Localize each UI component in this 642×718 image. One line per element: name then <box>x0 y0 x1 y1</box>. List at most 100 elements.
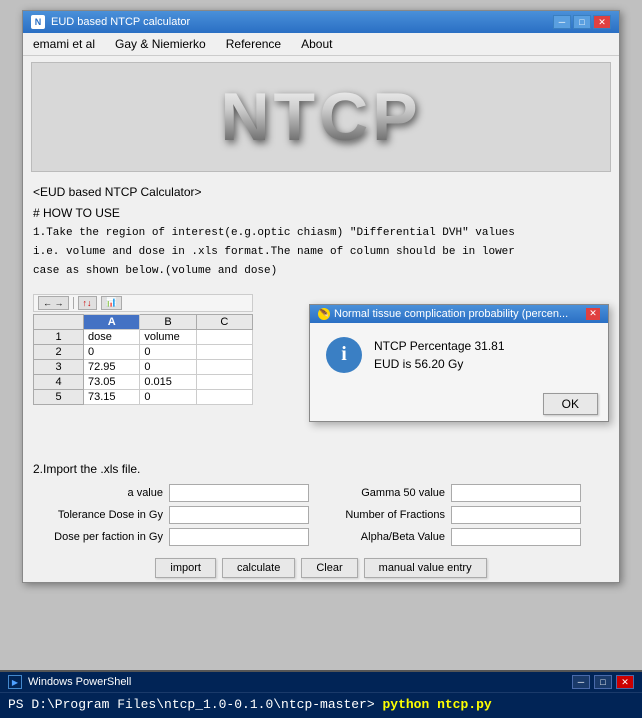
ps-title: Windows PowerShell <box>28 676 131 688</box>
input-tol-dose[interactable] <box>169 506 309 524</box>
instruction-line4: i.e. volume and dose in .xls format.The … <box>33 245 609 260</box>
cell-5c <box>196 389 252 404</box>
table-row: 2 0 0 <box>34 344 253 359</box>
ps-maximize-button[interactable]: □ <box>594 675 612 689</box>
menu-about[interactable]: About <box>297 36 336 52</box>
col-row-header <box>34 314 84 329</box>
action-row: import calculate Clear manual value entr… <box>23 554 619 582</box>
instruction-line1: <EUD based NTCP Calculator> <box>33 184 609 201</box>
ps-title-left: ▶ Windows PowerShell <box>8 675 131 689</box>
table-row: 4 73.05 0.015 <box>34 374 253 389</box>
label-num-fractions: Number of Fractions <box>315 509 445 521</box>
label-tol-dose: Tolerance Dose in Gy <box>33 509 163 521</box>
table-dialog-area: ← → ↑↓ 📊 A B C 1 dose vol <box>33 294 609 454</box>
table-row: 3 72.95 0 <box>34 359 253 374</box>
header-volume[interactable]: volume <box>140 329 196 344</box>
maximize-button[interactable]: □ <box>573 15 591 29</box>
toolbar-nav-btn[interactable]: ← → <box>38 296 69 310</box>
clear-button[interactable]: Clear <box>301 558 357 578</box>
label-a-value: a value <box>33 487 163 499</box>
toolbar-divider <box>73 297 74 309</box>
table-row: 5 73.15 0 <box>34 389 253 404</box>
form-row-1: a value Gamma 50 value <box>33 484 609 502</box>
menu-reference[interactable]: Reference <box>222 36 285 52</box>
calculate-button[interactable]: calculate <box>222 558 295 578</box>
ntcp-logo: NTCP <box>220 78 421 156</box>
result-dialog: 🪶 Normal tissue complication probability… <box>309 304 609 422</box>
instruction-line2: # HOW TO USE <box>33 205 609 222</box>
desktop: N EUD based NTCP calculator ─ □ ✕ emami … <box>0 10 642 718</box>
instructions: <EUD based NTCP Calculator> # HOW TO USE… <box>23 178 619 290</box>
cell-4a[interactable]: 73.05 <box>84 374 140 389</box>
dialog-text-block: NTCP Percentage 31.81 EUD is 56.20 Gy <box>374 337 505 373</box>
menu-emami[interactable]: emami et al <box>29 36 99 52</box>
cell-3c <box>196 359 252 374</box>
cell-4c <box>196 374 252 389</box>
title-bar-left: N EUD based NTCP calculator <box>31 15 190 29</box>
toolbar-chart-btn[interactable]: 📊 <box>101 296 122 310</box>
form-section: a value Gamma 50 value Tolerance Dose in… <box>23 480 619 554</box>
row-1-header: 1 <box>34 329 84 344</box>
row-4-header: 4 <box>34 374 84 389</box>
dialog-close-button[interactable]: ✕ <box>586 308 600 320</box>
label-gamma50: Gamma 50 value <box>315 487 445 499</box>
menu-bar: emami et al Gay & Niemierko Reference Ab… <box>23 33 619 56</box>
form-row-2: Tolerance Dose in Gy Number of Fractions <box>33 506 609 524</box>
cell-3a[interactable]: 72.95 <box>84 359 140 374</box>
title-bar: N EUD based NTCP calculator ─ □ ✕ <box>23 11 619 33</box>
window-title: EUD based NTCP calculator <box>51 16 190 28</box>
ps-content: PS D:\Program Files\ntcp_1.0-0.1.0\ntcp-… <box>0 693 642 718</box>
ps-controls: ─ □ ✕ <box>572 675 634 689</box>
label-alpha-beta: Alpha/Beta Value <box>315 531 445 543</box>
minimize-button[interactable]: ─ <box>553 15 571 29</box>
row-5-header: 5 <box>34 389 84 404</box>
close-button[interactable]: ✕ <box>593 15 611 29</box>
col-c-header[interactable]: C <box>196 314 252 329</box>
form-row-3: Dose per faction in Gy Alpha/Beta Value <box>33 528 609 546</box>
dialog-title-left: 🪶 Normal tissue complication probability… <box>318 308 568 320</box>
cell-5a[interactable]: 73.15 <box>84 389 140 404</box>
ps-title-bar: ▶ Windows PowerShell ─ □ ✕ <box>0 672 642 693</box>
cell-2a[interactable]: 0 <box>84 344 140 359</box>
row-3-header: 3 <box>34 359 84 374</box>
row-2-header: 2 <box>34 344 84 359</box>
manual-entry-button[interactable]: manual value entry <box>364 558 487 578</box>
input-alpha-beta[interactable] <box>451 528 581 546</box>
input-gamma50[interactable] <box>451 484 581 502</box>
cell-2b[interactable]: 0 <box>140 344 196 359</box>
ps-minimize-button[interactable]: ─ <box>572 675 590 689</box>
import-instruction: 2.Import the .xls file. <box>23 458 619 480</box>
ps-prompt: PS D:\Program Files\ntcp_1.0-0.1.0\ntcp-… <box>8 697 375 712</box>
label-dose-per-faction: Dose per faction in Gy <box>33 531 163 543</box>
header-dose[interactable]: dose <box>84 329 140 344</box>
title-bar-controls: ─ □ ✕ <box>553 15 611 29</box>
dialog-title-bar: 🪶 Normal tissue complication probability… <box>310 305 608 323</box>
dialog-title: Normal tissue complication probability (… <box>334 308 568 320</box>
toolbar-sort-btn[interactable]: ↑↓ <box>78 296 97 310</box>
cell-5b[interactable]: 0 <box>140 389 196 404</box>
spreadsheet-toolbar: ← → ↑↓ 📊 <box>33 294 253 312</box>
ps-command: python ntcp.py <box>375 697 492 712</box>
app-icon: N <box>31 15 45 29</box>
col-a-header[interactable]: A <box>84 314 140 329</box>
import-button[interactable]: import <box>155 558 216 578</box>
dialog-footer: OK <box>310 387 608 421</box>
col-b-header[interactable]: B <box>140 314 196 329</box>
instruction-line5: case as shown below.(volume and dose) <box>33 264 609 279</box>
spreadsheet: A B C 1 dose volume 2 0 0 <box>33 314 253 405</box>
ps-close-button[interactable]: ✕ <box>616 675 634 689</box>
eud-value: EUD is 56.20 Gy <box>374 355 505 373</box>
info-icon: i <box>326 337 362 373</box>
header-c <box>196 329 252 344</box>
input-num-fractions[interactable] <box>451 506 581 524</box>
cell-4b[interactable]: 0.015 <box>140 374 196 389</box>
cell-2c <box>196 344 252 359</box>
menu-gay[interactable]: Gay & Niemierko <box>111 36 210 52</box>
input-a-value[interactable] <box>169 484 309 502</box>
dialog-app-icon: 🪶 <box>318 308 330 320</box>
cell-3b[interactable]: 0 <box>140 359 196 374</box>
ps-app-icon: ▶ <box>8 675 22 689</box>
logo-area: NTCP <box>31 62 611 172</box>
input-dose-per-faction[interactable] <box>169 528 309 546</box>
ok-button[interactable]: OK <box>543 393 598 415</box>
